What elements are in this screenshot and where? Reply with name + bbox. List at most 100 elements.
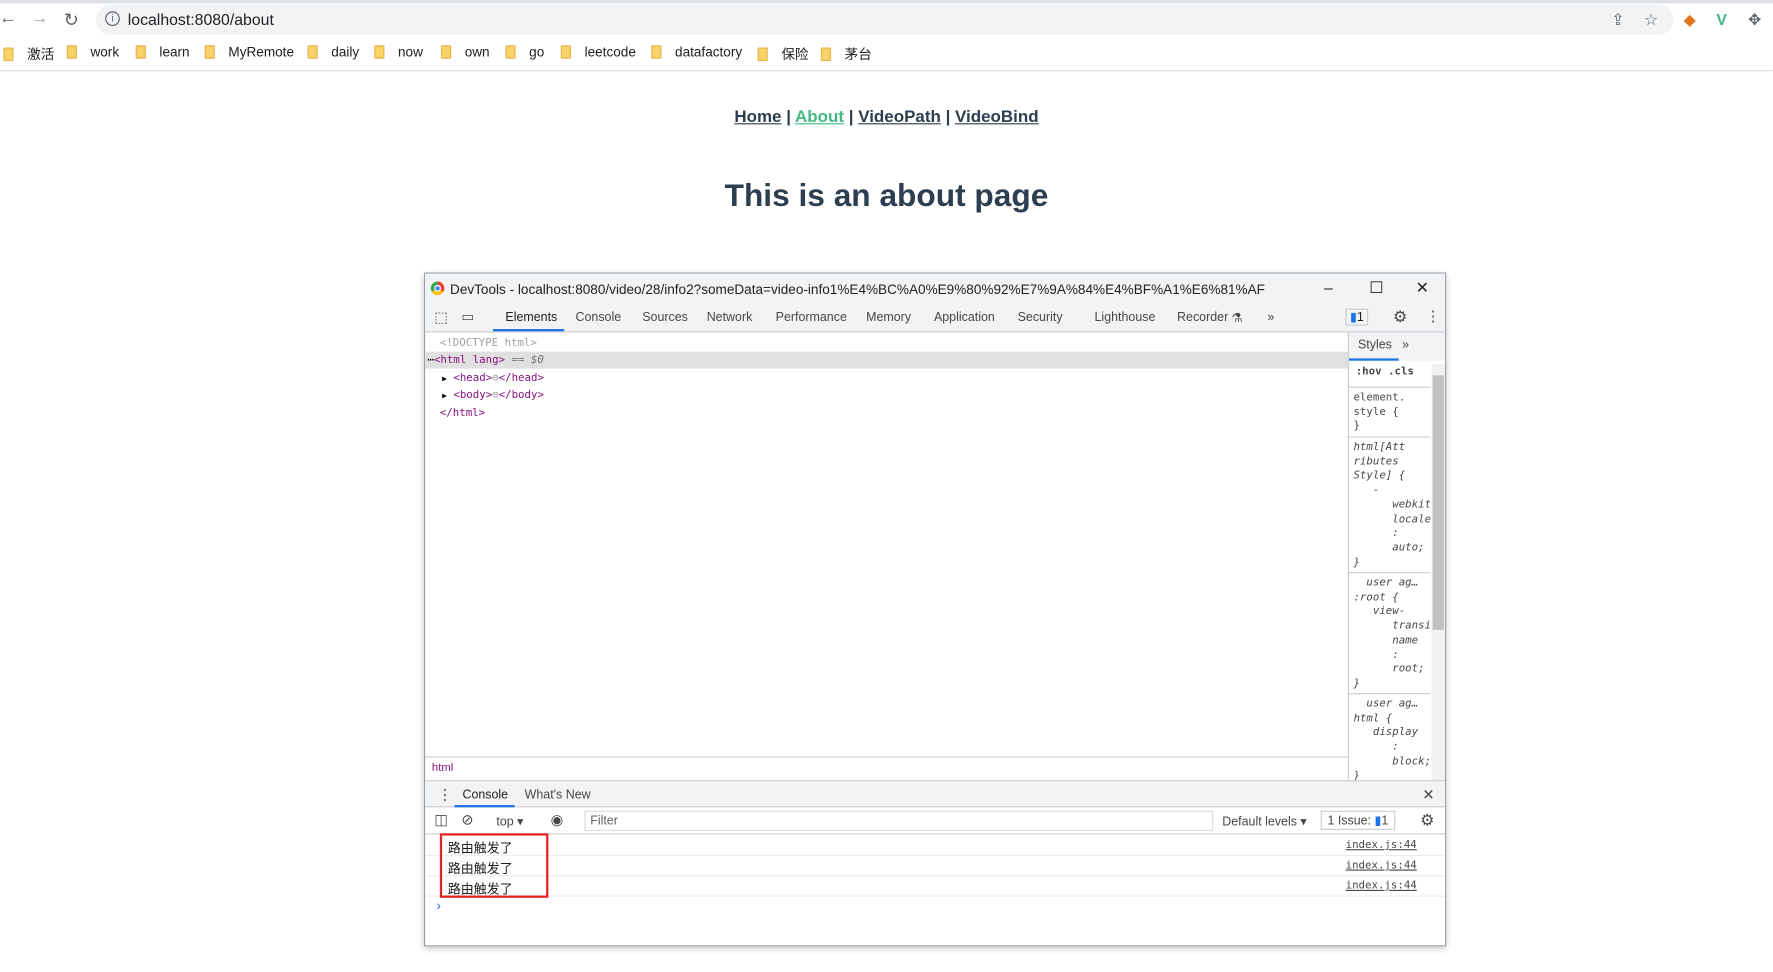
live-expression-eye-icon[interactable]: ◉ (551, 811, 564, 829)
console-prompt[interactable]: › (436, 898, 441, 914)
bookmark[interactable]: leetcode (560, 44, 636, 60)
reload-icon[interactable]: ↻ (60, 9, 83, 32)
expand-triangle-icon[interactable]: ▶ (442, 374, 447, 383)
window-title: DevTools - localhost:8080/video/28/info2… (450, 281, 1265, 298)
style-rule[interactable]: user ag… :root { view- transi name : roo… (1348, 572, 1431, 695)
issues-button[interactable]: 1 Issue: ▮1 (1320, 810, 1396, 830)
scrollbar[interactable] (1431, 364, 1446, 781)
more-tabs-icon[interactable]: » (1268, 311, 1275, 325)
folder-icon (440, 45, 452, 59)
bookmark-label: MyRemote (228, 44, 294, 60)
breadcrumb-html[interactable]: html (432, 762, 453, 774)
drawer-menu-icon[interactable]: ⋮ (438, 786, 453, 804)
expand-triangle-icon[interactable]: ▶ (442, 391, 447, 400)
highlight-annotation-box (439, 833, 549, 898)
tab-network[interactable]: Network (707, 311, 753, 325)
issues-badge[interactable]: ▮1 (1345, 308, 1369, 326)
app-nav: Home | About | VideoPath | VideoBind (0, 107, 1773, 126)
tab-performance[interactable]: Performance (776, 311, 847, 325)
filter-placeholder: Filter (590, 814, 618, 828)
cls-toggle[interactable]: .cls (1388, 365, 1414, 377)
nav-videopath-link[interactable]: VideoPath (858, 107, 941, 126)
bookmark[interactable]: go (505, 44, 544, 60)
bookmark[interactable]: own (440, 44, 490, 60)
nav-home-link[interactable]: Home (734, 107, 781, 126)
head-node[interactable]: ▶ <head>⊖</head> (425, 370, 1348, 387)
nav-videobind-link[interactable]: VideoBind (955, 107, 1039, 126)
address-bar[interactable]: i localhost:8080/about (96, 4, 1674, 36)
drawer-tab-console[interactable]: Console (462, 788, 508, 802)
scrollbar-thumb[interactable] (1432, 375, 1444, 630)
folder-icon (374, 45, 385, 59)
folder-icon (3, 46, 14, 61)
bookmark[interactable]: daily (307, 44, 359, 60)
back-icon[interactable]: ← (0, 9, 19, 29)
settings-gear-icon[interactable]: ⚙ (1393, 308, 1407, 327)
bookmark[interactable]: learn (135, 44, 190, 60)
close-drawer-icon[interactable]: ✕ (1422, 786, 1434, 804)
context-value: top (496, 815, 514, 829)
maximize-button[interactable]: ☐ (1369, 278, 1383, 297)
source-link[interactable]: index.js:44 (1346, 880, 1417, 892)
nav-about-link[interactable]: About (795, 107, 844, 126)
issue-icon: ▮ (1374, 814, 1382, 828)
share-icon[interactable]: ⇪ (1611, 10, 1624, 29)
prompt-caret: › (436, 897, 441, 914)
style-rule[interactable]: html[Att ributes Style] { - webkit local… (1348, 436, 1431, 573)
bookmark-label: go (529, 44, 545, 60)
filter-input[interactable]: Filter (584, 810, 1214, 832)
close-button[interactable]: ✕ (1416, 278, 1429, 297)
tab-memory[interactable]: Memory (866, 311, 911, 325)
sidebar-toggle-icon[interactable]: ◫ (434, 811, 448, 829)
bookmark[interactable]: now (374, 44, 423, 60)
info-icon[interactable]: i (105, 11, 120, 27)
more-tabs-icon[interactable]: » (1402, 338, 1409, 352)
drawer-tabbar: ⋮ Console What's New ✕ (425, 780, 1446, 808)
bookmark[interactable]: 茅台 (820, 44, 872, 63)
vue-devtools-extension-icon[interactable]: V (1716, 10, 1727, 28)
tab-recorder[interactable]: Recorder (1177, 311, 1228, 325)
bookmark[interactable]: 激活 (3, 44, 54, 63)
nav-separator: | (848, 107, 854, 127)
minimize-button[interactable]: – (1324, 278, 1333, 296)
context-select[interactable]: top ▾ (496, 814, 523, 829)
tab-console[interactable]: Console (576, 311, 622, 325)
html-tag: <html lang> (433, 353, 506, 367)
tab-styles[interactable]: Styles (1358, 338, 1392, 352)
clear-console-icon[interactable]: ⊘ (461, 811, 473, 829)
style-rule[interactable]: element. style { } (1348, 386, 1431, 438)
source-link[interactable]: index.js:44 (1346, 859, 1417, 871)
bookmark[interactable]: datafactory (651, 44, 742, 60)
selected-marker: == $0 (511, 353, 544, 367)
tab-lighthouse[interactable]: Lighthouse (1095, 311, 1156, 325)
bookmark-star-icon[interactable]: ☆ (1644, 10, 1658, 29)
tab-security[interactable]: Security (1018, 311, 1063, 325)
html-close-node[interactable]: </html> (425, 405, 1348, 422)
doctype-node[interactable]: <!DOCTYPE html> (425, 335, 1348, 352)
inspect-element-icon[interactable]: ⬚ (434, 309, 448, 327)
bookmark[interactable]: work (66, 44, 119, 60)
tab-elements[interactable]: Elements (505, 311, 557, 325)
console-message: 路由触发了 index.js:44 (425, 836, 1446, 856)
device-toolbar-icon[interactable]: ▭ (461, 309, 474, 325)
hov-cls-toggles[interactable]: :hov .cls (1356, 365, 1414, 377)
forward-icon[interactable]: → (28, 9, 51, 29)
hov-toggle[interactable]: :hov (1356, 365, 1382, 377)
style-rule[interactable]: user ag… html { display : block; } (1348, 693, 1431, 780)
log-levels-select[interactable]: Default levels ▾ (1222, 814, 1306, 829)
styles-tabbar: Styles » (1348, 332, 1446, 361)
html-node[interactable]: ⋯<html lang> == $0 (425, 351, 1348, 369)
devtools-title-bar: DevTools - localhost:8080/video/28/info2… (425, 273, 1446, 304)
source-link[interactable]: index.js:44 (1346, 839, 1417, 851)
drawer-tab-whats-new[interactable]: What's New (525, 788, 591, 802)
body-node[interactable]: ▶ <body>⊖</body> (425, 387, 1348, 404)
folder-icon (505, 45, 516, 59)
bookmark[interactable]: MyRemote (204, 44, 294, 60)
more-options-icon[interactable]: ⋮ (1426, 308, 1441, 326)
tab-sources[interactable]: Sources (642, 311, 688, 325)
bookmark[interactable]: 保险 (757, 44, 808, 63)
metamask-extension-icon[interactable]: ◆ (1684, 10, 1696, 29)
extensions-puzzle-icon[interactable]: ✥ (1748, 10, 1761, 29)
console-settings-gear-icon[interactable]: ⚙ (1420, 811, 1434, 830)
tab-application[interactable]: Application (934, 311, 995, 325)
